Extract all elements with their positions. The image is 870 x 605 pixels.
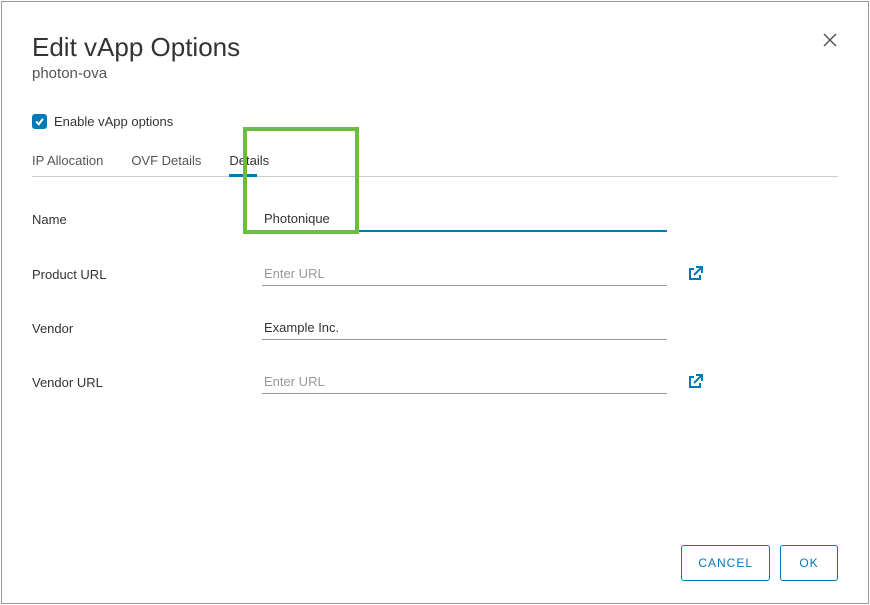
field-vendor-url-input-wrap bbox=[262, 370, 667, 394]
dialog-subtitle: photon-ova bbox=[32, 65, 838, 82]
field-vendor-url-label: Vendor URL bbox=[32, 375, 262, 390]
external-link-icon[interactable] bbox=[687, 266, 703, 282]
dialog-footer: CANCEL OK bbox=[681, 545, 838, 581]
fields-container: Name Product URL Vendor Vendor URL bbox=[32, 207, 838, 394]
external-link-icon[interactable] bbox=[687, 374, 703, 390]
field-product-url-row: Product URL bbox=[32, 262, 838, 286]
product-url-input[interactable] bbox=[262, 262, 667, 285]
tab-ip-allocation[interactable]: IP Allocation bbox=[32, 145, 103, 176]
field-name-row: Name bbox=[32, 207, 838, 232]
cancel-button-label: CANCEL bbox=[698, 556, 753, 570]
field-product-url-label: Product URL bbox=[32, 267, 262, 282]
ok-button[interactable]: OK bbox=[780, 545, 838, 581]
vendor-url-input[interactable] bbox=[262, 370, 667, 393]
tab-label: Details bbox=[229, 153, 269, 168]
field-product-url-input-wrap bbox=[262, 262, 667, 286]
field-name-label: Name bbox=[32, 212, 262, 227]
field-vendor-url-row: Vendor URL bbox=[32, 370, 838, 394]
enable-vapp-checkbox-row: Enable vApp options bbox=[32, 114, 838, 129]
field-vendor-label: Vendor bbox=[32, 321, 262, 336]
close-icon[interactable] bbox=[822, 32, 838, 48]
ok-button-label: OK bbox=[799, 556, 818, 570]
name-input[interactable] bbox=[262, 207, 667, 230]
tab-details[interactable]: Details bbox=[229, 145, 269, 176]
tab-label: IP Allocation bbox=[32, 153, 103, 168]
tab-ovf-details[interactable]: OVF Details bbox=[131, 145, 201, 176]
dialog-title: Edit vApp Options bbox=[32, 32, 838, 63]
vendor-input[interactable] bbox=[262, 316, 667, 339]
field-vendor-input-wrap bbox=[262, 316, 667, 340]
edit-vapp-dialog: Edit vApp Options photon-ova Enable vApp… bbox=[1, 1, 869, 604]
tabs: IP Allocation OVF Details Details bbox=[32, 145, 838, 177]
dialog-header: Edit vApp Options photon-ova bbox=[32, 32, 838, 82]
tab-label: OVF Details bbox=[131, 153, 201, 168]
cancel-button[interactable]: CANCEL bbox=[681, 545, 770, 581]
field-vendor-row: Vendor bbox=[32, 316, 838, 340]
enable-vapp-label: Enable vApp options bbox=[54, 114, 173, 129]
field-name-input-wrap bbox=[262, 207, 667, 232]
enable-vapp-checkbox[interactable] bbox=[32, 114, 47, 129]
